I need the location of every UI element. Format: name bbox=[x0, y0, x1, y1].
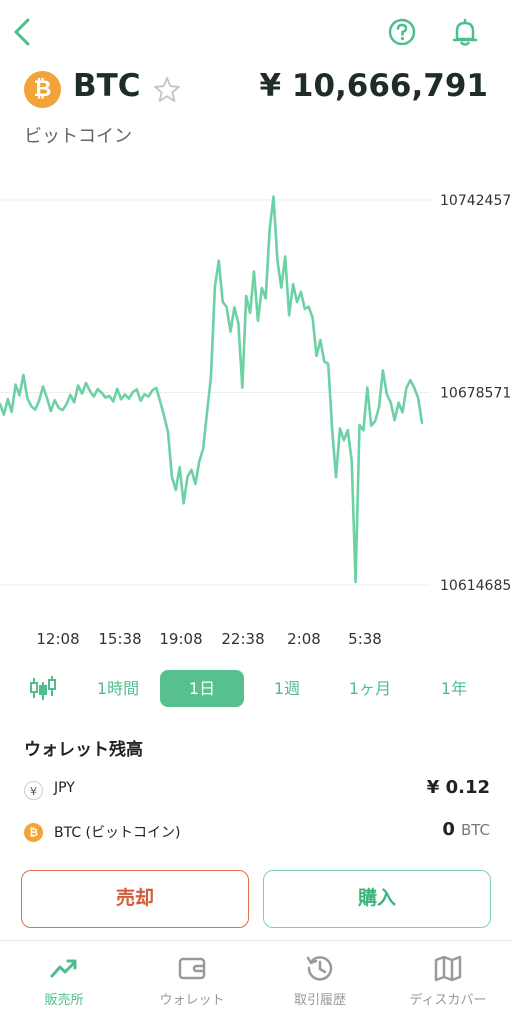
back-chevron-icon bbox=[14, 18, 30, 46]
wallet-row-jpy: ¥ JPY ¥ 0.12 bbox=[0, 772, 512, 808]
period-tab[interactable]: 1時間 bbox=[81, 670, 155, 707]
nav-label: ディスカバー bbox=[409, 993, 487, 1008]
nav-label: 取引履歴 bbox=[293, 993, 346, 1008]
x-tick-label: 2:08 bbox=[287, 630, 321, 648]
trend-up-icon bbox=[50, 959, 77, 978]
x-tick-label: 12:08 bbox=[36, 630, 80, 648]
wallet-icon bbox=[178, 957, 206, 980]
coin-symbol: BTC bbox=[73, 68, 141, 104]
help-button[interactable] bbox=[386, 16, 418, 48]
notification-button[interactable] bbox=[450, 16, 480, 48]
price-line bbox=[0, 195, 424, 584]
wallet-row-btc: ₿ BTC (ビットコイン) 0 BTC bbox=[0, 814, 512, 850]
map-icon bbox=[434, 955, 462, 982]
wallet-amount: ¥ 0.12 bbox=[426, 777, 490, 798]
price-chart[interactable]: 10742457 10678571 10614685 bbox=[0, 180, 512, 610]
nav-item-history[interactable]: 取引履歴 bbox=[256, 941, 384, 1024]
period-tab[interactable]: 1年 bbox=[425, 670, 483, 707]
coin-name: ビットコイン bbox=[24, 126, 132, 147]
wallet-title: ウォレット残高 bbox=[24, 740, 143, 760]
wallet-row-label: BTC (ビットコイン) bbox=[54, 825, 181, 841]
wallet-amount: 0 bbox=[442, 819, 455, 840]
wallet-row-value: ¥ 0.12 bbox=[427, 777, 490, 798]
sell-button[interactable]: 売却 bbox=[21, 870, 249, 928]
bottom-nav: 販売所 ウォレット 取引履歴 ディスカバー bbox=[0, 940, 512, 1024]
x-tick-label: 19:08 bbox=[159, 630, 203, 648]
favorite-button[interactable] bbox=[153, 76, 181, 104]
btc-icon: ₿ bbox=[24, 823, 43, 842]
btc-logo: ₿ bbox=[24, 71, 61, 108]
nav-label: ウォレット bbox=[159, 993, 225, 1008]
top-bar bbox=[0, 0, 512, 64]
current-price: ¥ 10,666,791 bbox=[259, 68, 488, 104]
period-tab[interactable]: 1ヶ月 bbox=[333, 670, 407, 707]
back-button[interactable] bbox=[8, 14, 36, 50]
buy-button[interactable]: 購入 bbox=[263, 870, 491, 928]
bell-icon bbox=[452, 18, 478, 46]
wallet-row-value: 0 BTC bbox=[442, 819, 490, 840]
wallet-unit: BTC bbox=[460, 821, 490, 839]
help-icon bbox=[388, 18, 416, 46]
period-tab[interactable]: 1日 bbox=[160, 670, 244, 707]
nav-item-discover[interactable]: ディスカバー bbox=[384, 941, 512, 1024]
period-selector: 1時間 1日 1週 1ヶ月 1年 bbox=[0, 668, 512, 708]
yen-icon: ¥ bbox=[24, 781, 43, 800]
nav-label: 販売所 bbox=[44, 993, 84, 1008]
chart-y-axis: 10742457 10678571 10614685 bbox=[440, 193, 511, 594]
history-icon bbox=[306, 956, 333, 981]
nav-item-sales[interactable]: 販売所 bbox=[0, 941, 128, 1024]
candlestick-button[interactable] bbox=[28, 674, 58, 702]
y-tick-label: 10742457 bbox=[440, 193, 511, 209]
wallet-row-label: JPY bbox=[54, 780, 75, 796]
chart-x-axis: 12:08 15:38 19:08 22:38 2:08 5:38 bbox=[0, 630, 512, 654]
x-tick-label: 22:38 bbox=[221, 630, 265, 648]
nav-item-wallet[interactable]: ウォレット bbox=[128, 941, 256, 1024]
y-tick-label: 10678571 bbox=[440, 386, 511, 402]
chart-grid bbox=[0, 199, 430, 586]
star-icon bbox=[154, 77, 180, 102]
x-tick-label: 15:38 bbox=[98, 630, 142, 648]
x-tick-label: 5:38 bbox=[348, 630, 382, 648]
period-tab[interactable]: 1週 bbox=[258, 670, 316, 707]
y-tick-label: 10614685 bbox=[440, 578, 511, 594]
candlestick-icon bbox=[30, 676, 56, 700]
